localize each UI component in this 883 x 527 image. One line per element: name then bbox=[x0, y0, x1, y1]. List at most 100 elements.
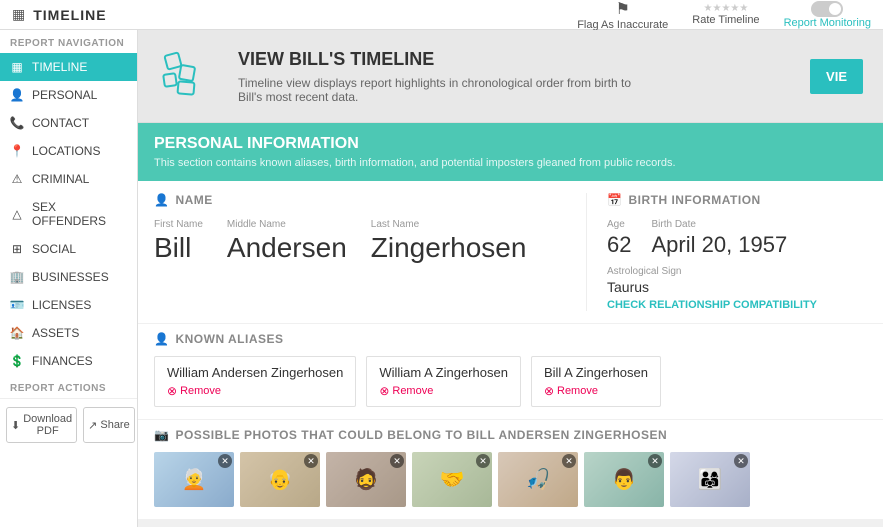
alias-card-3: Bill A Zingerhosen Remove bbox=[531, 356, 661, 407]
share-icon: ↗ bbox=[88, 419, 97, 432]
report-monitoring-btn[interactable]: Report Monitoring bbox=[784, 1, 871, 29]
sidebar-item-sex-offenders[interactable]: △ SEX OFFENDERS bbox=[0, 193, 137, 235]
name-section: 👤 NAME First Name Bill Middle Name Ander… bbox=[154, 193, 587, 311]
age-value: 62 bbox=[607, 232, 631, 258]
personal-section-body: 👤 NAME First Name Bill Middle Name Ander… bbox=[138, 181, 883, 323]
personal-info-section: PERSONAL INFORMATION This section contai… bbox=[138, 123, 883, 519]
sidebar-item-contact[interactable]: 📞 CONTACT bbox=[0, 109, 137, 137]
photo-close-2[interactable]: ✕ bbox=[304, 454, 318, 468]
header-title: TIMELINE bbox=[33, 7, 106, 23]
aliases-section: 👤 KNOWN ALIASES William Andersen Zingerh… bbox=[138, 323, 883, 419]
alias-card-1: William Andersen Zingerhosen Remove bbox=[154, 356, 356, 407]
photo-close-5[interactable]: ✕ bbox=[562, 454, 576, 468]
photos-label: 📷 POSSIBLE PHOTOS THAT COULD BELONG TO B… bbox=[154, 428, 867, 442]
download-pdf-button[interactable]: ⬇ Download PDF bbox=[6, 407, 77, 443]
photo-item-4: ✕ 🤝 bbox=[412, 452, 492, 507]
report-nav-label: REPORT NAVIGATION bbox=[0, 30, 137, 53]
personal-nav-icon: 👤 bbox=[10, 88, 24, 102]
age-field: Age 62 bbox=[607, 219, 631, 258]
aliases-list: William Andersen Zingerhosen Remove Will… bbox=[154, 356, 867, 407]
photos-section: 📷 POSSIBLE PHOTOS THAT COULD BELONG TO B… bbox=[138, 419, 883, 519]
first-name-field: First Name Bill bbox=[154, 219, 203, 264]
personal-section-header: PERSONAL INFORMATION This section contai… bbox=[138, 123, 883, 181]
photo-close-1[interactable]: ✕ bbox=[218, 454, 232, 468]
timeline-nav-icon: ▦ bbox=[10, 60, 24, 74]
criminal-nav-icon: ⚠ bbox=[10, 172, 24, 186]
photo-item-2: ✕ 👴 bbox=[240, 452, 320, 507]
last-name-field: Last Name Zingerhosen bbox=[371, 219, 527, 264]
birth-block-label: 📅 BIRTH INFORMATION bbox=[607, 193, 867, 207]
licenses-nav-icon: 🪪 bbox=[10, 298, 24, 312]
alias-name-2: William A Zingerhosen bbox=[379, 365, 508, 380]
first-name-value: Bill bbox=[154, 232, 203, 264]
download-icon: ⬇ bbox=[11, 419, 20, 432]
social-nav-icon: ⊞ bbox=[10, 242, 24, 256]
birth-section: 📅 BIRTH INFORMATION Age 62 Birth Date Ap… bbox=[587, 193, 867, 311]
share-button[interactable]: ↗ Share bbox=[83, 407, 135, 443]
person-aliases-icon: 👤 bbox=[154, 332, 169, 346]
photo-close-4[interactable]: ✕ bbox=[476, 454, 490, 468]
birth-date-value: April 20, 1957 bbox=[651, 232, 787, 258]
photos-grid: ✕ 🧑‍🦳 ✕ 👴 ✕ 🧔 ✕ 🤝 bbox=[154, 452, 867, 507]
sidebar-item-locations[interactable]: 📍 LOCATIONS bbox=[0, 137, 137, 165]
alias-remove-1[interactable]: Remove bbox=[167, 384, 343, 398]
photo-close-3[interactable]: ✕ bbox=[390, 454, 404, 468]
sidebar-item-licenses[interactable]: 🪪 LICENSES bbox=[0, 291, 137, 319]
app-header: ▦ TIMELINE ⚑ Flag As Inaccurate ★★★★★ Ra… bbox=[0, 0, 883, 30]
main-layout: REPORT NAVIGATION ▦ TIMELINE 👤 PERSONAL … bbox=[0, 30, 883, 527]
photo-item-5: ✕ 🎣 bbox=[498, 452, 578, 507]
camera-icon: 📷 bbox=[154, 428, 169, 442]
photo-item-1: ✕ 🧑‍🦳 bbox=[154, 452, 234, 507]
businesses-nav-icon: 🏢 bbox=[10, 270, 24, 284]
middle-name-value: Andersen bbox=[227, 232, 347, 264]
sidebar-item-assets[interactable]: 🏠 ASSETS bbox=[0, 319, 137, 347]
photo-item-7: ✕ 👨‍👩‍👧 bbox=[670, 452, 750, 507]
birth-rows: Age 62 Birth Date April 20, 1957 bbox=[607, 219, 867, 258]
assets-nav-icon: 🏠 bbox=[10, 326, 24, 340]
astro-value: Taurus bbox=[607, 279, 867, 295]
sidebar-item-social[interactable]: ⊞ SOCIAL bbox=[0, 235, 137, 263]
timeline-banner-icon bbox=[158, 46, 218, 106]
calendar-icon: 📅 bbox=[607, 193, 622, 207]
photo-item-6: ✕ 👨 bbox=[584, 452, 664, 507]
timeline-banner: VIEW BILL'S TIMELINE Timeline view displ… bbox=[138, 30, 883, 123]
locations-nav-icon: 📍 bbox=[10, 144, 24, 158]
person-icon: 👤 bbox=[154, 193, 169, 207]
sidebar: REPORT NAVIGATION ▦ TIMELINE 👤 PERSONAL … bbox=[0, 30, 138, 527]
timeline-banner-text: VIEW BILL'S TIMELINE Timeline view displ… bbox=[238, 49, 638, 104]
alias-remove-2[interactable]: Remove bbox=[379, 384, 508, 398]
birth-date-field: Birth Date April 20, 1957 bbox=[651, 219, 787, 258]
name-block-label: 👤 NAME bbox=[154, 193, 566, 207]
sex-offenders-nav-icon: △ bbox=[10, 207, 24, 221]
photo-close-7[interactable]: ✕ bbox=[734, 454, 748, 468]
photo-item-3: ✕ 🧔 bbox=[326, 452, 406, 507]
view-timeline-button[interactable]: VIE bbox=[810, 59, 863, 94]
name-fields: First Name Bill Middle Name Andersen Las… bbox=[154, 219, 566, 264]
monitoring-toggle[interactable] bbox=[811, 1, 843, 17]
sidebar-item-businesses[interactable]: 🏢 BUSINESSES bbox=[0, 263, 137, 291]
astro-field: Astrological Sign Taurus CHECK RELATIONS… bbox=[607, 266, 867, 311]
flag-inaccurate-btn[interactable]: ⚑ Flag As Inaccurate bbox=[577, 0, 668, 31]
photo-close-6[interactable]: ✕ bbox=[648, 454, 662, 468]
sidebar-item-personal[interactable]: 👤 PERSONAL bbox=[0, 81, 137, 109]
sidebar-action-buttons: ⬇ Download PDF ↗ Share bbox=[0, 398, 137, 451]
compat-link[interactable]: CHECK RELATIONSHIP COMPATIBILITY bbox=[607, 299, 867, 311]
report-actions-label: REPORT ACTIONS bbox=[0, 375, 137, 398]
aliases-label: 👤 KNOWN ALIASES bbox=[154, 332, 867, 346]
contact-nav-icon: 📞 bbox=[10, 116, 24, 130]
sidebar-item-finances[interactable]: 💲 FINANCES bbox=[0, 347, 137, 375]
sidebar-item-criminal[interactable]: ⚠ CRIMINAL bbox=[0, 165, 137, 193]
middle-name-field: Middle Name Andersen bbox=[227, 219, 347, 264]
rate-timeline-btn[interactable]: ★★★★★ Rate Timeline bbox=[692, 3, 759, 26]
header-grid-icon: ▦ bbox=[12, 6, 25, 23]
alias-name-3: Bill A Zingerhosen bbox=[544, 365, 648, 380]
last-name-value: Zingerhosen bbox=[371, 232, 527, 264]
sidebar-item-timeline[interactable]: ▦ TIMELINE bbox=[0, 53, 137, 81]
alias-remove-3[interactable]: Remove bbox=[544, 384, 648, 398]
alias-name-1: William Andersen Zingerhosen bbox=[167, 365, 343, 380]
header-actions: ⚑ Flag As Inaccurate ★★★★★ Rate Timeline… bbox=[577, 0, 871, 31]
content-area: VIEW BILL'S TIMELINE Timeline view displ… bbox=[138, 30, 883, 527]
name-birth-block: 👤 NAME First Name Bill Middle Name Ander… bbox=[154, 193, 867, 311]
finances-nav-icon: 💲 bbox=[10, 354, 24, 368]
alias-card-2: William A Zingerhosen Remove bbox=[366, 356, 521, 407]
